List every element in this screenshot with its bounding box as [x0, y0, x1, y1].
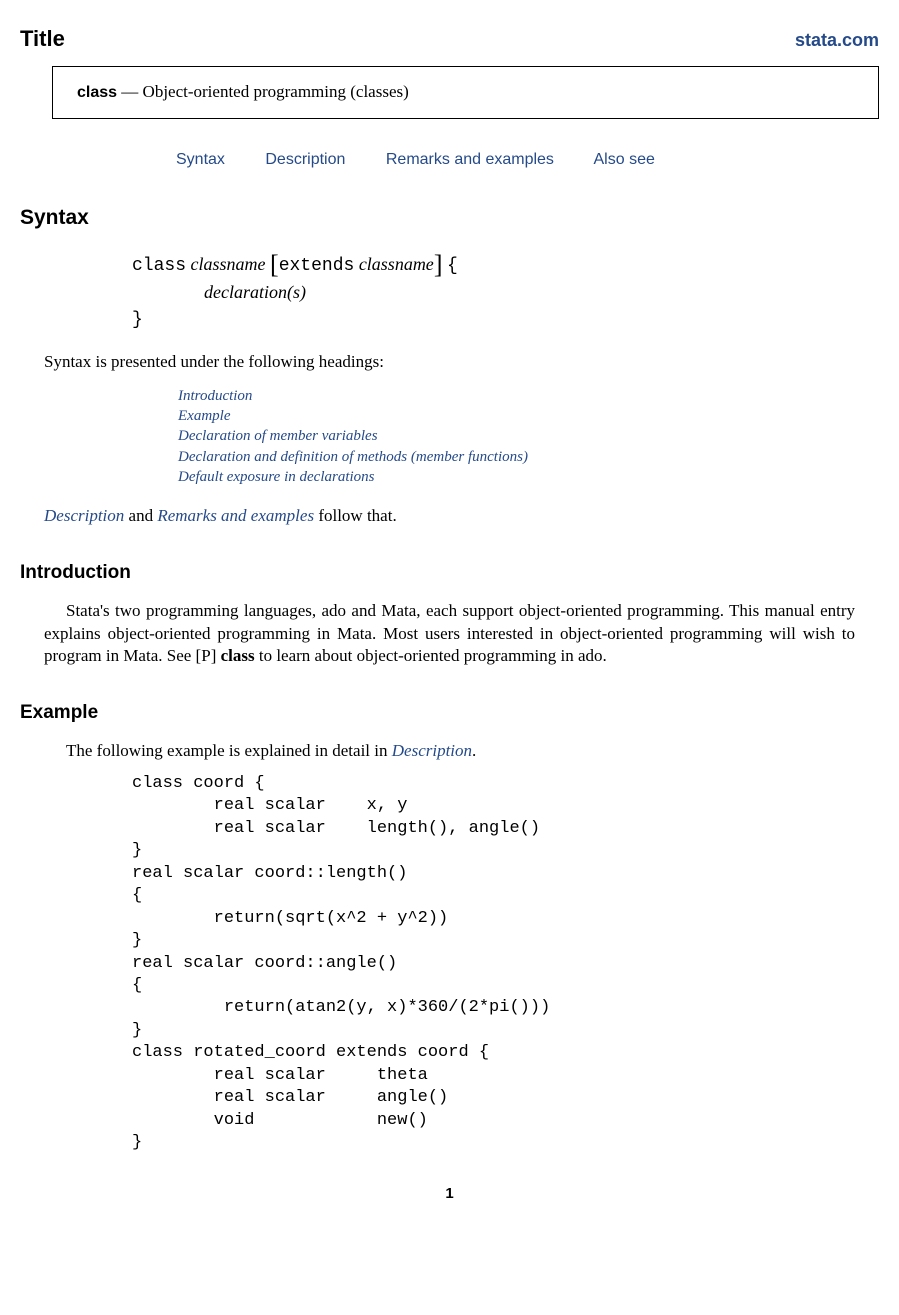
page-header: Title stata.com [20, 24, 879, 54]
title-box: class — Object-oriented programming (cla… [52, 66, 879, 119]
syntax-block: class classname [extends classname] { de… [132, 251, 879, 333]
follow-rem[interactable]: Remarks and examples [157, 506, 314, 525]
follow-line: Description and Remarks and examples fol… [44, 505, 855, 528]
site-link[interactable]: stata.com [795, 28, 879, 52]
example-lead-text: The following example is explained in de… [66, 741, 392, 760]
syntax-heading: Syntax [20, 204, 879, 232]
example-lead: The following example is explained in de… [44, 740, 855, 763]
follow-desc[interactable]: Description [44, 506, 124, 525]
declarations: declaration(s) [204, 282, 306, 302]
example-heading: Example [20, 700, 879, 726]
close-bracket-icon: ] [434, 256, 443, 274]
syntax-intro-line: Syntax is presented under the following … [44, 351, 855, 374]
intro-ref-bracket: [P] [196, 646, 217, 665]
entry-name: class [77, 84, 117, 101]
classname-1: classname [191, 254, 266, 274]
introduction-heading: Introduction [20, 560, 879, 586]
nav-alsosee[interactable]: Also see [594, 151, 655, 168]
toc-methods[interactable]: Declaration and definition of methods (m… [178, 447, 879, 467]
kw-class: class [132, 256, 186, 276]
example-code: class coord { real scalar x, y real scal… [132, 773, 879, 1154]
page-title: Title [20, 24, 65, 54]
follow-suffix: follow that. [314, 506, 397, 525]
toc-example[interactable]: Example [178, 406, 879, 426]
example-lead-end: . [472, 741, 476, 760]
nav-description[interactable]: Description [265, 151, 345, 168]
entry-dash: — [117, 82, 143, 101]
toc-exposure[interactable]: Default exposure in declarations [178, 467, 879, 487]
introduction-body: Stata's two programming languages, ado a… [44, 600, 855, 669]
follow-and: and [124, 506, 157, 525]
toc-introduction[interactable]: Introduction [178, 386, 879, 406]
toc-member-vars[interactable]: Declaration of member variables [178, 426, 879, 446]
close-brace: } [132, 310, 143, 330]
open-brace: { [447, 256, 458, 276]
section-nav: Syntax Description Remarks and examples … [176, 149, 879, 171]
nav-syntax[interactable]: Syntax [176, 151, 225, 168]
open-bracket-icon: [ [270, 256, 279, 274]
kw-extends: extends [279, 256, 355, 276]
intro-body-2: to learn about object-oriented programmi… [255, 646, 607, 665]
example-lead-em[interactable]: Description [392, 741, 472, 760]
page-number: 1 [20, 1184, 879, 1204]
syntax-toc: Introduction Example Declaration of memb… [178, 386, 879, 487]
entry-desc: Object-oriented programming (classes) [143, 82, 409, 101]
classname-2: classname [359, 254, 434, 274]
nav-remarks[interactable]: Remarks and examples [386, 151, 554, 168]
intro-ref-bold[interactable]: class [216, 646, 254, 665]
